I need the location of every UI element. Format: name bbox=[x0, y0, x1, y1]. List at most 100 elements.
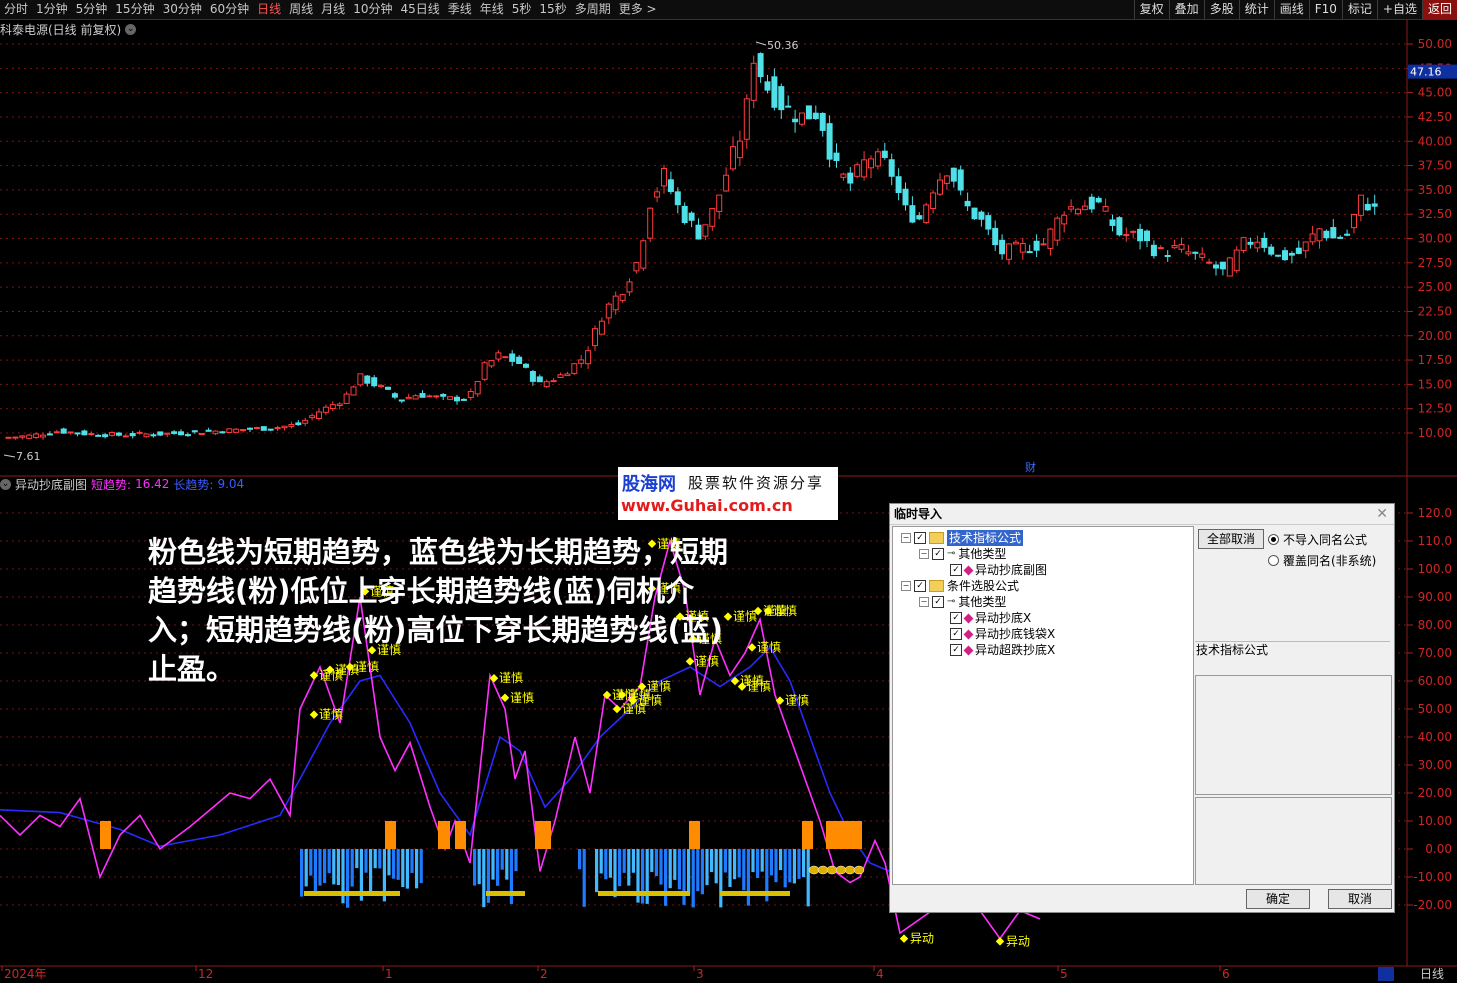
buy-text-strip bbox=[486, 891, 525, 896]
tree-node-7[interactable]: ✓ 异动超跌抄底X bbox=[939, 642, 1055, 658]
formula-diamond-icon bbox=[963, 613, 974, 623]
checkbox-checked-icon[interactable]: ✓ bbox=[932, 548, 944, 560]
candle-body bbox=[564, 373, 571, 377]
current-price-label: 47.16 bbox=[1410, 66, 1442, 79]
blue-signal-bar bbox=[746, 849, 750, 906]
tree-node-label: 异动超跌抄底X bbox=[975, 643, 1056, 657]
candle-body bbox=[109, 432, 115, 436]
collapse-icon[interactable]: − bbox=[901, 533, 911, 543]
tree-node-1[interactable]: − ✓ ⊸ 其他类型 bbox=[919, 546, 1006, 562]
candle-body bbox=[536, 376, 543, 383]
candle-body bbox=[19, 435, 26, 438]
radio-no-import[interactable]: 不导入同名公式 bbox=[1268, 531, 1367, 548]
candle-body bbox=[329, 404, 336, 410]
ok-button[interactable]: 确定 bbox=[1246, 889, 1310, 909]
candle-body bbox=[1185, 251, 1192, 255]
period-footer: 日线 bbox=[1420, 967, 1444, 981]
tree-node-2[interactable]: ✓ 异动抄底副图 bbox=[939, 562, 1047, 578]
close-icon[interactable]: ✕ bbox=[1376, 506, 1388, 522]
price-tick-label: 50.00 bbox=[1418, 37, 1452, 51]
candle-body bbox=[102, 434, 109, 438]
candle-body bbox=[302, 419, 309, 424]
blue-signal-bar bbox=[774, 849, 778, 883]
blue-signal-bar bbox=[332, 849, 336, 885]
checkbox-checked-icon[interactable]: ✓ bbox=[914, 532, 926, 544]
collapse-icon[interactable]: − bbox=[919, 549, 929, 559]
radio-checked-icon[interactable] bbox=[1268, 534, 1279, 545]
checkbox-checked-icon[interactable]: ✓ bbox=[932, 596, 944, 608]
blue-signal-bar bbox=[304, 849, 308, 887]
blue-signal-bar bbox=[336, 849, 340, 886]
buy-text-strip bbox=[720, 891, 790, 896]
candle-body bbox=[378, 384, 385, 388]
candle-body bbox=[1364, 203, 1371, 211]
tree-node-4[interactable]: − ✓ ⊸ 其他类型 bbox=[919, 594, 1006, 610]
radio-unchecked-icon[interactable] bbox=[1268, 555, 1279, 566]
candle-body bbox=[219, 431, 226, 434]
caution-diamond-icon bbox=[612, 704, 622, 714]
candle-body bbox=[60, 428, 67, 434]
long-trend-label: 长趋势: bbox=[173, 477, 214, 492]
checkbox-checked-icon[interactable]: ✓ bbox=[950, 564, 962, 576]
tree-node-5[interactable]: ✓ 异动抄底X bbox=[939, 610, 1031, 626]
candle-body bbox=[902, 188, 909, 206]
candle-body bbox=[1295, 247, 1302, 254]
candle-body bbox=[1081, 205, 1088, 211]
blue-signal-bar bbox=[604, 849, 608, 880]
checkbox-checked-icon[interactable]: ✓ bbox=[950, 644, 962, 656]
tree-node-0[interactable]: − ✓ 技术指标公式 bbox=[901, 530, 1024, 546]
blue-signal-bar bbox=[482, 849, 486, 908]
caution-diamond-icon bbox=[309, 710, 319, 719]
candle-body bbox=[309, 415, 316, 419]
candle-body bbox=[999, 239, 1006, 255]
date-label: 12 bbox=[198, 967, 213, 981]
candle-body bbox=[1261, 237, 1268, 248]
ind-tick-label: 20.00 bbox=[1418, 786, 1452, 800]
candle-body bbox=[674, 191, 681, 206]
blue-signal-bar bbox=[737, 849, 741, 878]
candle-body bbox=[1109, 219, 1116, 226]
candle-body bbox=[916, 215, 923, 220]
checkbox-checked-icon[interactable]: ✓ bbox=[950, 628, 962, 640]
candle-body bbox=[26, 434, 33, 439]
ind-tick-label: 50.00 bbox=[1418, 702, 1452, 716]
radio-overwrite[interactable]: 覆盖同名(非系统) bbox=[1268, 552, 1376, 569]
candle-body bbox=[799, 112, 805, 125]
guhai-logo: 股海网 股票软件资源分享 www.Guhai.com.cn bbox=[618, 467, 838, 520]
price-tick-label: 20.00 bbox=[1418, 329, 1452, 343]
candle-body bbox=[440, 393, 447, 397]
ind-tick-label: -20.00 bbox=[1413, 898, 1452, 912]
candle-body bbox=[198, 432, 205, 436]
candle-body bbox=[205, 429, 212, 432]
tree-node-3[interactable]: − ✓ 条件选股公式 bbox=[901, 578, 1019, 594]
candle-body bbox=[730, 146, 736, 170]
checkbox-checked-icon[interactable]: ✓ bbox=[950, 612, 962, 624]
candle-body bbox=[419, 393, 426, 398]
signal-label: 异动 bbox=[1006, 934, 1030, 948]
cancel-all-button[interactable]: 全部取消 bbox=[1198, 529, 1264, 549]
candle-body bbox=[716, 194, 723, 212]
formula-tree: − ✓ 技术指标公式 − ✓ ⊸ 其他类型 ✓ 异动抄底副图 − ✓ 条件选股公式 − ✓ ⊸ 其他类型 ✓ 异动… bbox=[892, 526, 1194, 885]
checkbox-checked-icon[interactable]: ✓ bbox=[914, 580, 926, 592]
key-icon: ⊸ bbox=[947, 548, 956, 559]
date-label: 5 bbox=[1060, 967, 1068, 981]
tree-node-6[interactable]: ✓ 异动抄底钱袋X bbox=[939, 626, 1055, 642]
candle-body bbox=[1247, 241, 1254, 245]
blue-signal-bar bbox=[668, 849, 672, 889]
blue-signal-bar bbox=[723, 849, 727, 873]
blue-signal-bar bbox=[500, 849, 504, 870]
blue-signal-bar bbox=[491, 849, 495, 880]
candle-body bbox=[426, 395, 433, 398]
collapse-icon[interactable]: − bbox=[901, 581, 911, 591]
collapse-icon[interactable]: − bbox=[919, 597, 929, 607]
candle-body bbox=[405, 396, 412, 400]
price-tick-label: 35.00 bbox=[1418, 183, 1452, 197]
candle-body bbox=[709, 208, 716, 227]
candle-body bbox=[695, 224, 702, 240]
formula-diamond-icon bbox=[963, 645, 974, 655]
indicator-menu-icon[interactable]: ⌄ bbox=[0, 478, 11, 490]
candle-body bbox=[143, 433, 150, 438]
blue-signal-bar bbox=[622, 849, 626, 873]
candle-body bbox=[764, 81, 771, 91]
cancel-button[interactable]: 取消 bbox=[1328, 889, 1392, 909]
